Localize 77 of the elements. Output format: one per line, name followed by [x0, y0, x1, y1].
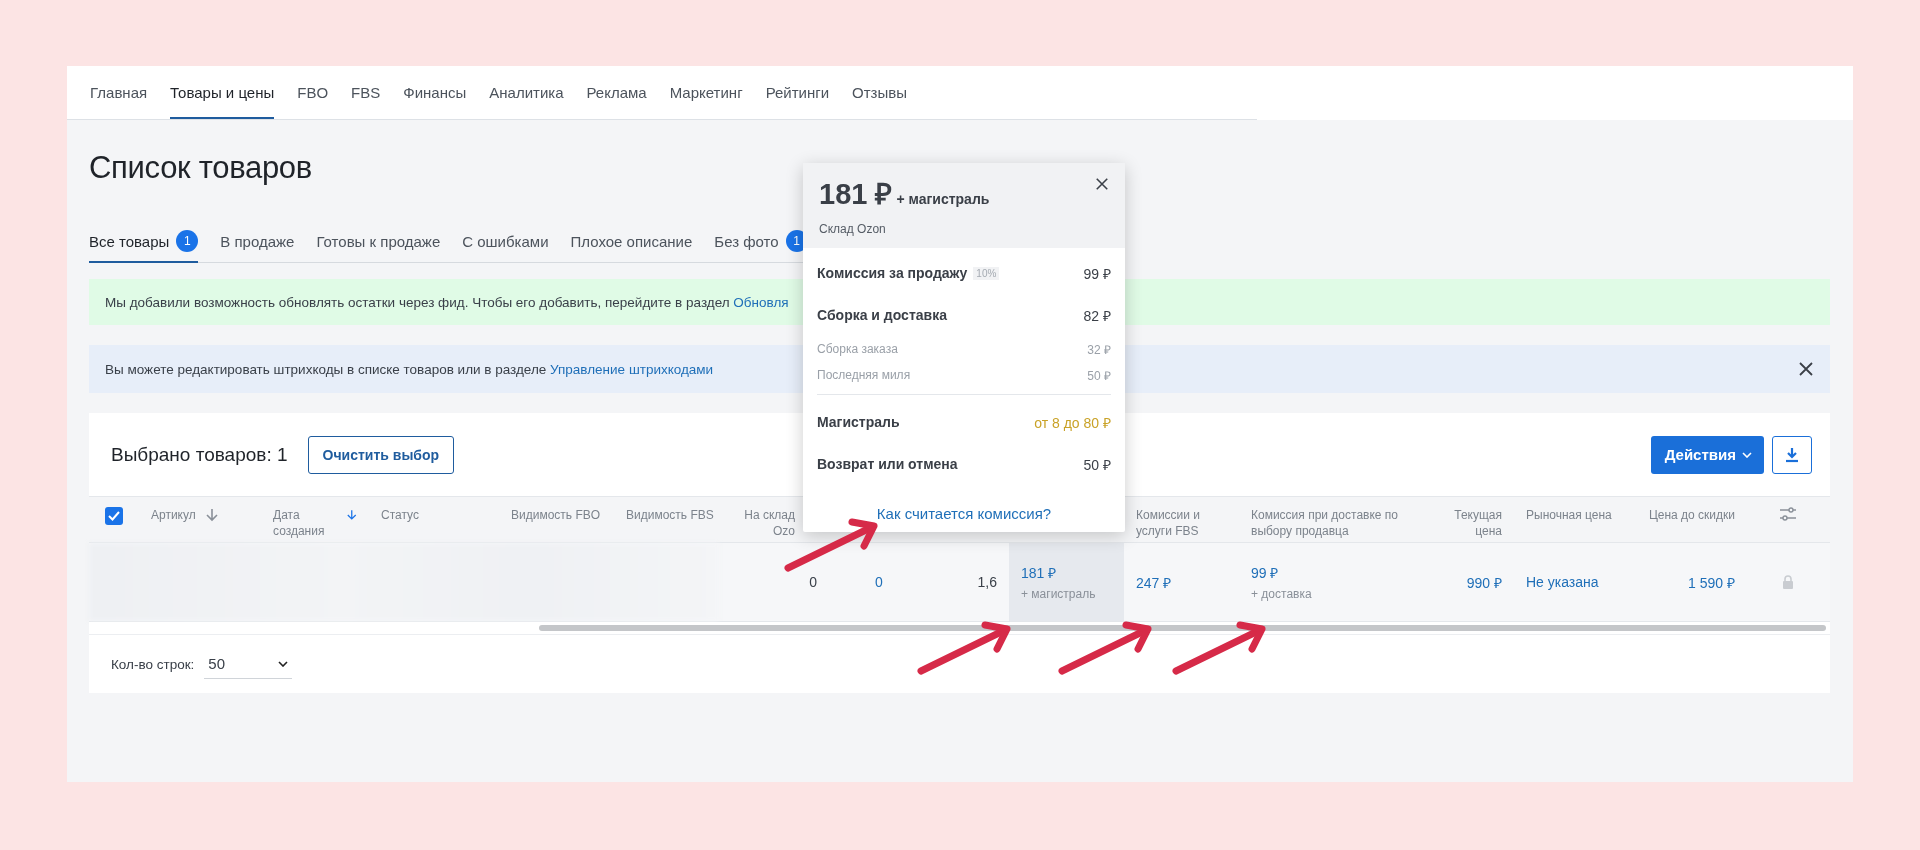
download-icon	[1785, 446, 1799, 463]
value-link[interactable]: 247 ₽	[1136, 572, 1172, 592]
sort-arrow-icon[interactable]	[347, 508, 357, 522]
commission-help-link[interactable]: Как считается комиссия?	[817, 505, 1111, 522]
table-cell: 0	[809, 574, 817, 590]
tab[interactable]: Готовы к продаже	[316, 230, 441, 263]
nav-item[interactable]: Товары и цены	[170, 66, 275, 119]
chevron-down-icon	[278, 660, 289, 667]
scrollbar-thumb[interactable]	[539, 625, 1826, 631]
table-cell: 1,6	[977, 574, 997, 590]
download-button[interactable]	[1772, 435, 1812, 474]
sliders-icon[interactable]	[1779, 507, 1797, 521]
column-header: Комиссии и услуги FBS	[1136, 507, 1202, 539]
warehouse-label: Склад Ozon	[819, 222, 887, 236]
percent-tag: 10%	[973, 266, 1000, 280]
column-header: Рыночная цена	[1526, 507, 1612, 523]
fee-amount: от 8 до 80 ₽	[1034, 413, 1111, 432]
column-header: На склад Ozo	[743, 507, 795, 539]
value-link[interactable]: 990 ₽	[1466, 572, 1502, 592]
selection-count: Выбрано товаров: 1	[111, 443, 288, 466]
fee-label: Комиссия за продажу	[817, 265, 968, 281]
column-header: Статус	[381, 507, 419, 523]
value-link[interactable]: Не указана	[1526, 574, 1599, 590]
banner-link[interactable]: Обновля	[733, 294, 789, 310]
close-icon[interactable]	[1095, 177, 1109, 191]
value-link[interactable]: 181 ₽	[1021, 563, 1057, 582]
tab[interactable]: В продаже	[220, 230, 295, 263]
fee-label: Сборка заказа	[817, 342, 898, 356]
column-header: Дата создания	[273, 507, 326, 539]
close-icon[interactable]	[1798, 361, 1814, 377]
fee-amount: 32 ₽	[1087, 341, 1111, 358]
fee-amount: 99 ₽	[1083, 264, 1111, 283]
rows-per-page-select[interactable]: 50	[204, 649, 293, 679]
column-header: Видимость FBO	[511, 507, 601, 523]
actions-button[interactable]: Действия	[1650, 435, 1764, 474]
cell-note: + доставка	[1251, 587, 1312, 601]
banner-text: Вы можете редактировать штрихкоды в списке товаров или в разделе Управление штрихкодами	[105, 361, 714, 377]
fee-label: Магистраль	[817, 414, 900, 430]
nav-item[interactable]: Аналитика	[489, 66, 564, 119]
nav-item[interactable]: Рейтинги	[765, 66, 830, 119]
select-all-checkbox[interactable]	[105, 507, 123, 525]
nav-item[interactable]: FBS	[351, 66, 381, 119]
fee-label: Возврат или отмена	[817, 456, 958, 472]
sort-arrow-icon[interactable]	[205, 508, 218, 522]
tab[interactable]: С ошибками	[462, 230, 549, 263]
fee-amount: 50 ₽	[1083, 455, 1111, 474]
price-note: + магистраль	[896, 191, 990, 207]
value-link[interactable]: 99 ₽	[1251, 563, 1279, 582]
nav-item[interactable]: Маркетинг	[669, 66, 743, 119]
tab[interactable]: Все товары 1	[89, 230, 199, 263]
page-title: Список товаров	[89, 150, 312, 186]
column-header: Видимость FBS	[626, 507, 714, 523]
fee-amount: 82 ₽	[1083, 306, 1111, 325]
column-header: Текущая цена	[1453, 507, 1502, 539]
chevron-down-icon	[1742, 451, 1752, 458]
rows-per-page-label: Кол-во строк:	[111, 656, 195, 672]
fee-amount: 50 ₽	[1087, 367, 1111, 384]
banner-link[interactable]: Управление штрихкодами	[550, 361, 714, 377]
nav-item[interactable]: Главная	[90, 66, 148, 119]
fee-label: Сборка и доставка	[817, 307, 947, 323]
value-link[interactable]: 0	[875, 574, 883, 590]
value-link[interactable]: 1 590 ₽	[1688, 572, 1735, 592]
nav-item[interactable]: Финансы	[403, 66, 467, 119]
column-header: Артикул	[151, 507, 196, 523]
fee-label: Последняя миля	[817, 368, 911, 382]
nav-item[interactable]: FBO	[297, 66, 329, 119]
clear-selection-button[interactable]: Очистить выбор	[307, 435, 455, 474]
cell-note: + магистраль	[1021, 587, 1096, 601]
banner-text: Мы добавили возможность обновлять остатки через фид. Чтобы его добавить, перейдите в раздел Обновля	[105, 294, 789, 310]
nav-item[interactable]: Отзывы	[852, 66, 908, 119]
count-badge: 1	[176, 230, 199, 252]
nav-item[interactable]: Реклама	[586, 66, 647, 119]
column-header: Цена до скидки	[1648, 507, 1735, 523]
tab[interactable]: Плохое описание	[570, 230, 693, 263]
popover-price: 181 ₽	[819, 177, 893, 212]
column-header: Комиссия при доставке по выбору продавца	[1251, 507, 1399, 539]
lock-icon	[1782, 575, 1794, 589]
